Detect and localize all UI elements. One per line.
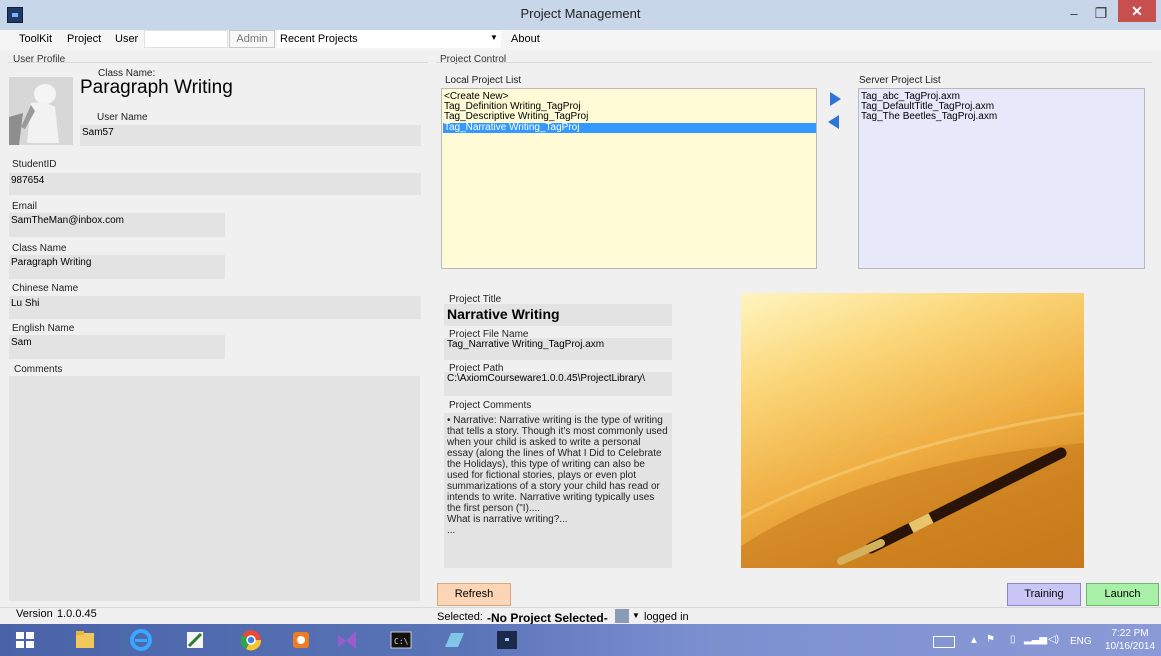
- project-control-group-label: Project Control: [440, 54, 507, 65]
- server-project-list-label: Server Project List: [859, 75, 941, 86]
- list-item[interactable]: Tag_Descriptive Writing_TagProj: [444, 112, 588, 122]
- media-player-icon[interactable]: [284, 627, 318, 653]
- recent-projects-select[interactable]: Recent Projects: [277, 30, 501, 48]
- local-project-list[interactable]: <Create New> Tag_Definition Writing_TagP…: [441, 88, 817, 269]
- user-name-label: User Name: [97, 112, 148, 123]
- chevron-down-icon[interactable]: ▼: [632, 611, 640, 620]
- close-button[interactable]: ✕: [1118, 0, 1156, 22]
- english-name-field[interactable]: Sam: [9, 335, 225, 359]
- email-field[interactable]: SamTheMan@inbox.com: [9, 213, 225, 237]
- email-label: Email: [12, 201, 38, 212]
- project-file-field: Tag_Narrative Writing_TagProj.axm: [444, 338, 672, 360]
- project-title-field: Narrative Writing: [444, 304, 672, 326]
- project-preview-image: [741, 293, 1084, 568]
- class-name-title: Paragraph Writing: [80, 77, 233, 98]
- input-language[interactable]: ENG: [1070, 636, 1092, 647]
- maximize-button[interactable]: ❐: [1090, 5, 1112, 23]
- class-name-field[interactable]: Paragraph Writing: [9, 255, 225, 279]
- start-icon[interactable]: [8, 627, 42, 653]
- menu-user[interactable]: User: [115, 33, 138, 45]
- status-divider: [0, 607, 1161, 608]
- english-name-label: English Name: [12, 323, 75, 334]
- avatar: [9, 77, 73, 145]
- comments-label: Comments: [14, 364, 63, 375]
- user-input[interactable]: [144, 30, 228, 48]
- menu-about[interactable]: About: [511, 33, 540, 45]
- class-name-label: Class Name: [12, 243, 67, 254]
- svg-text:C:\: C:\: [394, 637, 409, 646]
- battery-icon[interactable]: ▯: [1010, 634, 1016, 645]
- clock-date[interactable]: 10/16/2014: [1104, 641, 1156, 652]
- download-arrow-icon[interactable]: [828, 115, 839, 129]
- list-item[interactable]: Tag_The Beetles_TagProj.axm: [861, 112, 997, 122]
- flag-icon[interactable]: ⚑: [986, 634, 995, 645]
- admin-button[interactable]: Admin: [229, 30, 275, 48]
- project-comments-label: Project Comments: [449, 400, 532, 411]
- selected-project-value: -No Project Selected-: [487, 611, 608, 625]
- menu-toolkit[interactable]: ToolKit: [19, 33, 52, 45]
- server-project-list[interactable]: Tag_abc_TagProj.axm Tag_DefaultTitle_Tag…: [858, 88, 1145, 269]
- network-signal-icon[interactable]: ▂▃▅: [1024, 634, 1047, 645]
- student-id-field[interactable]: 987654: [9, 173, 421, 195]
- training-button[interactable]: Training: [1007, 583, 1081, 606]
- launch-button[interactable]: Launch: [1086, 583, 1159, 606]
- selected-label: Selected:: [437, 611, 483, 623]
- visual-studio-icon[interactable]: [330, 627, 364, 653]
- command-prompt-icon[interactable]: C:\: [384, 627, 418, 653]
- notebook-app-icon[interactable]: [437, 627, 471, 653]
- project-comments-text[interactable]: • Narrative: Narrative writing is the ty…: [444, 413, 672, 568]
- user-name-field[interactable]: Sam57: [80, 125, 421, 146]
- keyboard-icon[interactable]: [933, 636, 955, 648]
- clock-time[interactable]: 7:22 PM: [1104, 628, 1156, 639]
- user-status-icon[interactable]: [615, 609, 629, 623]
- local-project-list-label: Local Project List: [445, 75, 522, 86]
- group-border: [8, 62, 428, 63]
- window-title: Project Management: [520, 6, 641, 21]
- paint-icon[interactable]: [178, 627, 212, 653]
- user-figure-icon: [9, 77, 73, 145]
- student-id-label: StudentID: [12, 159, 57, 170]
- minimize-button[interactable]: –: [1063, 6, 1085, 24]
- comments-textarea[interactable]: [9, 376, 420, 601]
- user-profile-group-label: User Profile: [13, 54, 66, 65]
- chinese-name-field[interactable]: Lu Shi: [9, 296, 421, 319]
- chinese-name-label: Chinese Name: [12, 283, 79, 294]
- chrome-icon[interactable]: [234, 627, 268, 653]
- show-hidden-icons-icon[interactable]: ▲: [969, 635, 979, 646]
- file-explorer-icon[interactable]: [68, 627, 102, 653]
- list-item-selected[interactable]: Tag_Narrative Writing_TagProj: [443, 123, 816, 133]
- project-management-taskbar-icon[interactable]: [490, 627, 524, 653]
- group-border: [436, 62, 1152, 63]
- internet-explorer-icon[interactable]: [124, 627, 158, 653]
- refresh-button[interactable]: Refresh: [437, 583, 511, 606]
- version-label: Version: [16, 608, 53, 620]
- logged-in-status: logged in: [644, 611, 689, 623]
- dropdown-arrow-icon[interactable]: ▼: [490, 33, 498, 42]
- upload-arrow-icon[interactable]: [830, 92, 841, 106]
- version-value: 1.0.0.45: [57, 608, 97, 620]
- menu-project[interactable]: Project: [67, 33, 101, 45]
- volume-icon[interactable]: ◁): [1048, 634, 1059, 645]
- pen-on-paper-illustration: [741, 402, 1084, 568]
- project-path-field: C:\AxiomCourseware1.0.0.45\ProjectLibrar…: [444, 372, 672, 396]
